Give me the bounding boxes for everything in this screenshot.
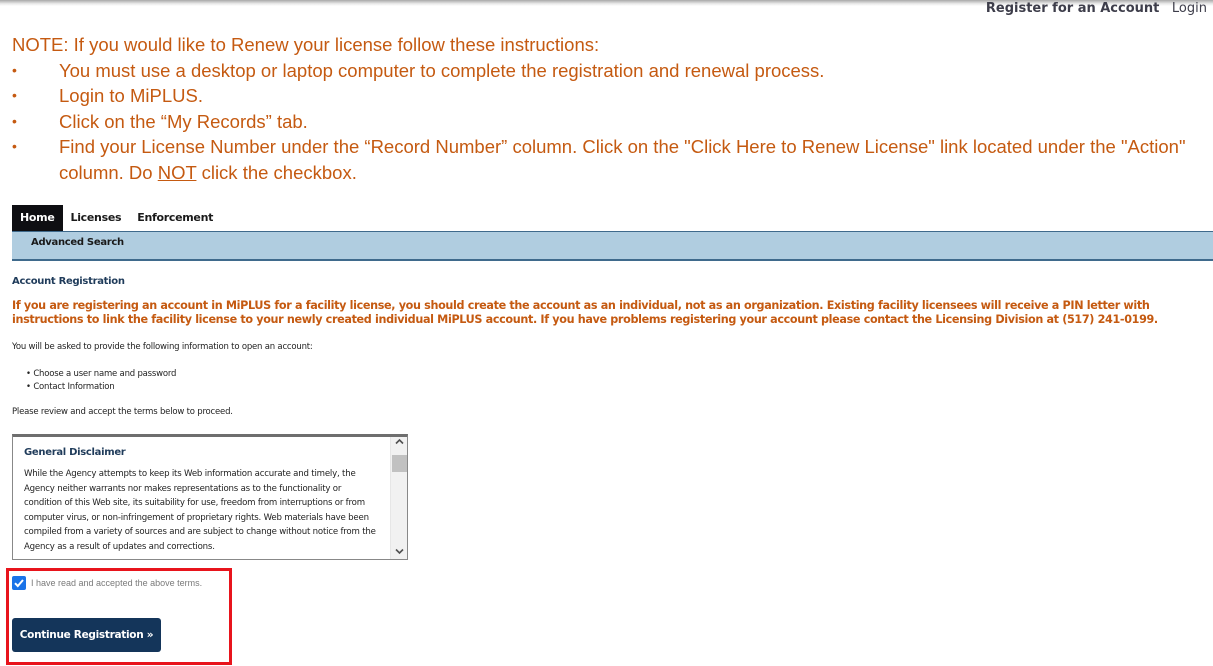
accept-terms-label[interactable]: I have read and accepted the above terms… (31, 578, 202, 588)
facility-notice: If you are registering an account in MiP… (12, 299, 1158, 326)
note-item: Login to MiPLUS. (12, 83, 1207, 109)
login-link[interactable]: Login (1172, 1, 1207, 16)
continue-registration-button[interactable]: Continue Registration » (12, 618, 161, 652)
register-account-link[interactable]: Register for an Account (986, 1, 1160, 16)
note-list: You must use a desktop or laptop compute… (12, 58, 1207, 186)
requirement-item: • Contact Information (26, 382, 115, 392)
checkmark-icon (14, 579, 24, 588)
note-emphasis: NOT (157, 161, 197, 183)
renewal-note: NOTE: If you would like to Renew your li… (12, 32, 1207, 185)
scroll-up-icon[interactable] (391, 438, 407, 448)
header-links: Register for an Account Login (986, 1, 1207, 16)
note-text: click the checkbox. (196, 161, 357, 183)
tab-home[interactable]: Home (12, 205, 63, 236)
accept-terms-checkbox[interactable] (12, 576, 26, 590)
info-intro: You will be asked to provide the followi… (12, 342, 313, 352)
requirement-item: • Choose a user name and password (26, 369, 177, 379)
note-item: Find your License Number under the “Reco… (12, 134, 1207, 185)
sub-nav: Advanced Search (12, 231, 1213, 261)
review-text: Please review and accept the terms below… (12, 407, 233, 417)
page-title: Account Registration (12, 276, 125, 287)
disclaimer-box[interactable]: General Disclaimer While the Agency atte… (12, 434, 408, 560)
disclaimer-content: General Disclaimer While the Agency atte… (24, 447, 380, 554)
note-item: You must use a desktop or laptop compute… (12, 58, 1207, 84)
disclaimer-scrollbar[interactable] (390, 437, 407, 559)
tab-licenses[interactable]: Licenses (63, 205, 130, 231)
scroll-down-icon[interactable] (391, 548, 407, 558)
scroll-thumb[interactable] (392, 455, 407, 472)
disclaimer-title: General Disclaimer (24, 447, 126, 458)
tab-enforcement[interactable]: Enforcement (129, 205, 221, 231)
main-nav: Home Licenses Enforcement (12, 205, 221, 236)
requirements-list: • Choose a user name and password • Cont… (26, 368, 176, 394)
note-heading: NOTE: If you would like to Renew your li… (12, 34, 600, 55)
disclaimer-body: While the Agency attempts to keep its We… (24, 469, 376, 552)
advanced-search-link[interactable]: Advanced Search (31, 237, 124, 248)
note-item: Click on the “My Records” tab. (12, 109, 1207, 135)
